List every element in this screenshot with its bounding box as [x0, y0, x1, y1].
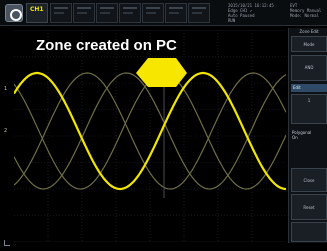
logic-label: AND [304, 65, 314, 70]
field-label: 1 [307, 98, 311, 103]
reset-button[interactable]: Reset [291, 194, 327, 220]
selected-value-field[interactable]: Edit [291, 84, 327, 92]
channel-slot[interactable] [165, 3, 187, 23]
mode-button[interactable]: Mode [291, 36, 327, 52]
corner-marker [4, 240, 10, 246]
channel-slot[interactable] [142, 3, 164, 23]
zone-polygon [136, 58, 187, 87]
polygon-option-value: On [292, 135, 298, 140]
blank-button[interactable] [291, 222, 327, 242]
selected-value: Edit [293, 85, 301, 90]
waveform-display [14, 30, 286, 242]
channel-tab-ch1[interactable]: CH1 [26, 3, 48, 23]
channel-marker-2: 2 [4, 128, 8, 134]
status-line: RUN [228, 18, 236, 23]
channel-slot[interactable] [73, 3, 95, 23]
panel-title: Zone Edit [299, 29, 319, 34]
mode-label: Mode [303, 42, 315, 47]
status-block: 2015/10/21 16:12:45 Edge CH1 ↗ Auto Paus… [228, 3, 324, 24]
channel-tab-label: CH1 [30, 6, 44, 13]
polygon-option[interactable]: Polygonal On [292, 130, 311, 140]
channel-marker-1: 1 [4, 86, 8, 92]
status-line: Mode: Normal [290, 13, 319, 18]
close-button-label: Close [303, 178, 315, 183]
caption-text: Zone created on PC [36, 37, 177, 54]
channel-slot[interactable] [188, 3, 210, 23]
zone-edit-panel: Zone Edit Mode AND Edit 1 Polygonal On C… [288, 28, 327, 243]
channel-slot[interactable] [119, 3, 141, 23]
top-bar: CH1 2015/10/21 16:12:45 Edge CH1 ↗ Auto … [0, 0, 327, 26]
reset-button-label: Reset [303, 205, 315, 210]
channel-slot[interactable] [50, 3, 72, 23]
menu-logo-icon[interactable] [5, 4, 23, 22]
logic-button[interactable]: AND [291, 55, 327, 81]
close-button[interactable]: Close [291, 168, 327, 192]
channel-slot[interactable] [96, 3, 118, 23]
waveform-grid[interactable] [14, 30, 286, 242]
field-button[interactable]: 1 [291, 94, 327, 124]
